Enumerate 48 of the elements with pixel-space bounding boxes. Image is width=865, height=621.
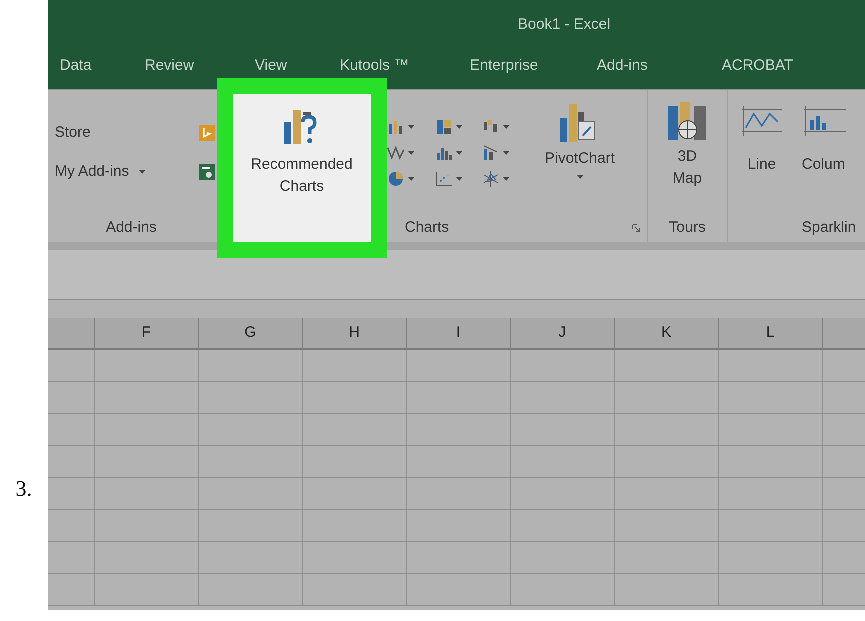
group-label: Sparklin — [802, 218, 856, 238]
stacked-chart-icon — [434, 118, 453, 136]
column-header[interactable]: L — [719, 318, 823, 348]
line-sparkline-button[interactable]: Line — [740, 90, 784, 215]
column-sparkline-icon — [802, 104, 846, 138]
my-addins-button[interactable]: My Add-ins — [55, 160, 215, 183]
caret-icon — [503, 176, 510, 180]
3d-map-button[interactable]: 3D Map — [648, 90, 727, 215]
column-header[interactable]: K — [615, 318, 719, 348]
caret-icon — [456, 124, 463, 128]
column-header[interactable]: H — [303, 318, 407, 348]
group-label: Add-ins — [106, 218, 157, 238]
caret-icon — [408, 124, 415, 128]
caret-icon — [408, 176, 415, 180]
pie-chart-icon — [387, 170, 405, 188]
ribbon-tab[interactable]: Data — [60, 57, 92, 74]
ribbon-tab[interactable]: ACROBAT — [722, 57, 794, 74]
line-chart-icon — [387, 144, 405, 162]
ribbon-tab[interactable]: Kutools ™ — [340, 57, 410, 74]
column-sparkline-button[interactable]: Colum — [802, 90, 846, 215]
caret-icon — [408, 150, 415, 154]
caret-icon — [503, 150, 510, 154]
ribbon-tab[interactable]: View — [255, 57, 288, 74]
column-header[interactable]: I — [407, 318, 511, 348]
caret-icon — [503, 124, 510, 128]
radar-chart-icon — [482, 170, 500, 188]
caret-icon — [576, 174, 584, 178]
group-label: Tours — [669, 218, 706, 238]
caret-icon — [139, 170, 146, 174]
caret-icon — [456, 176, 463, 180]
recommended-charts-button[interactable]: Recommended Charts — [233, 94, 371, 242]
column-header[interactable]: J — [511, 318, 615, 348]
column-header[interactable]: F — [95, 318, 199, 348]
dialog-launcher-icon[interactable] — [632, 224, 641, 233]
bing-icon — [199, 125, 215, 142]
app-icon — [199, 164, 215, 180]
ribbon-tab[interactable]: Add-ins — [597, 57, 648, 74]
scatter-chart-icon — [434, 170, 453, 188]
pivotchart-button[interactable]: PivotChart — [530, 90, 630, 215]
caret-icon — [456, 150, 463, 154]
line-sparkline-icon — [740, 104, 784, 138]
group-label: Charts — [405, 218, 450, 238]
window-title: Book1 - Excel — [518, 14, 611, 35]
ribbon-tab[interactable]: Enterprise — [470, 57, 538, 74]
step-number: 3. — [16, 475, 32, 503]
column-header[interactable]: G — [199, 318, 303, 348]
ribbon-tab[interactable]: Review — [145, 57, 194, 74]
store-button[interactable]: Store — [55, 122, 215, 144]
